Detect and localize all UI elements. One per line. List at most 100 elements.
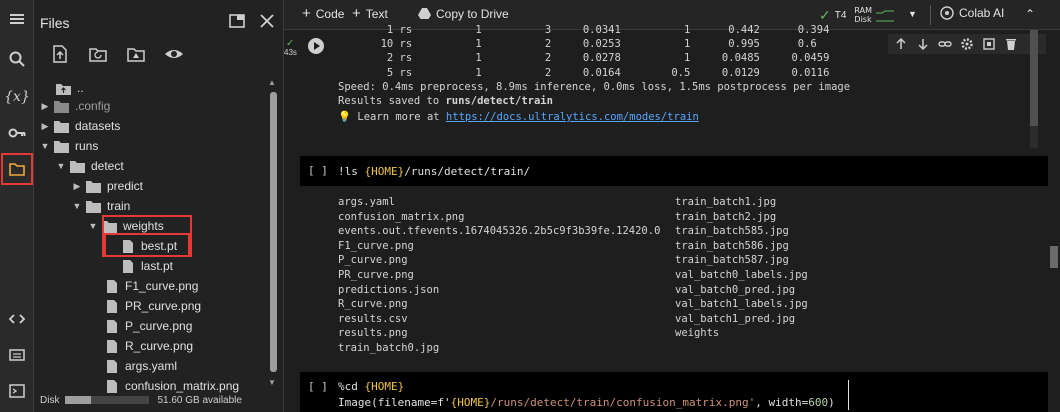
cell-toolbar	[888, 34, 1046, 54]
toolbar-divider	[930, 5, 931, 25]
ls-file-item: val_batch1_labels.jpg	[675, 298, 808, 311]
notebook-scrollbar-thumb[interactable]	[1050, 246, 1058, 268]
notebook-area: ✓ 43s 1 rs 1 3 0.0341 1 0.442 0.394 10 r…	[284, 24, 1060, 412]
folder-icon	[54, 120, 69, 133]
chevron-down-icon[interactable]: ▼	[40, 141, 50, 151]
tree-item-datasets[interactable]: ▶ datasets	[40, 116, 121, 136]
folder-icon	[86, 200, 101, 213]
output-scrollbar-thumb[interactable]	[1030, 30, 1038, 126]
ls-file-item: train_batch585.jpg	[675, 225, 789, 238]
chevron-right-icon[interactable]: ▶	[72, 181, 82, 192]
open-in-tab-icon[interactable]	[228, 12, 246, 30]
saved-path: runs/detect/train	[445, 95, 553, 107]
ls-file-item: val_batch0_pred.jpg	[675, 283, 796, 296]
move-up-icon[interactable]	[894, 37, 908, 51]
tree-item-last-pt[interactable]: last.pt	[120, 256, 173, 276]
scroll-up-icon[interactable]: ▲	[268, 78, 276, 87]
runtime-type: T4	[834, 9, 847, 21]
file-icon	[107, 359, 117, 373]
delete-icon[interactable]	[1004, 37, 1018, 51]
docs-link[interactable]: https://docs.ultralytics.com/modes/train	[446, 111, 699, 123]
cell-run-bracket[interactable]: [ ]	[308, 164, 328, 177]
ls-file-item: val_batch0_labels.jpg	[675, 268, 808, 281]
code-cell-cd[interactable]: [ ] %cd {HOME} Image(filename=f'{HOME}/r…	[300, 372, 1048, 412]
runtime-status[interactable]: ✓ T4 RAM Disk	[819, 6, 895, 24]
gear-icon[interactable]	[960, 37, 974, 51]
tree-item-predict[interactable]: ▶ predict	[72, 176, 144, 196]
ls-file-item: train_batch1.jpg	[675, 196, 777, 208]
tree-item-detect[interactable]: ▼ detect	[56, 156, 124, 176]
left-rail: {x}	[0, 0, 34, 412]
code-line[interactable]: %cd {HOME}	[338, 380, 404, 393]
key-icon[interactable]	[4, 120, 30, 146]
add-code-button[interactable]: + Code	[302, 6, 344, 21]
tree-item-config[interactable]: ▶ .config	[40, 96, 111, 116]
ls-file-item: PR_curve.png	[338, 268, 414, 281]
lightbulb-icon: 💡	[338, 111, 352, 123]
collapse-header-icon[interactable]: ⌃	[1025, 7, 1035, 21]
code-cell-ls[interactable]: [ ] !ls {HOME}/runs/detect/train/	[300, 156, 1048, 186]
ls-file-item: args.yaml	[338, 196, 395, 208]
ls-file-item: results.csv	[338, 312, 408, 325]
ls-file-item: F1_curve.png	[338, 239, 414, 252]
mount-drive-icon[interactable]	[126, 44, 146, 64]
disk-usage-fill	[65, 396, 91, 404]
folder-icon	[70, 160, 85, 173]
output-row: 1 rs 1 3 0.0341 1 0.442 0.394	[330, 24, 830, 36]
code-line[interactable]: Image(filename=f'{HOME}/runs/detect/trai…	[338, 396, 835, 409]
tree-item-r-curve[interactable]: R_curve.png	[104, 336, 193, 356]
search-icon[interactable]	[4, 46, 30, 72]
ls-file-item: val_batch1_pred.jpg	[675, 312, 796, 325]
code-line[interactable]: !ls {HOME}/runs/detect/train/	[338, 165, 530, 178]
tree-item-runs[interactable]: ▼ runs	[40, 136, 99, 156]
cell-run-bracket[interactable]: [ ]	[308, 380, 328, 393]
files-panel: Files .. ▶ .config ▶ datasets ▼ runs ▼ d…	[34, 0, 284, 412]
tree-item-f1-curve[interactable]: F1_curve.png	[104, 276, 198, 296]
menu-icon[interactable]	[4, 6, 30, 32]
mirror-cell-icon[interactable]	[982, 37, 996, 51]
ls-file-item: train_batch586.jpg	[675, 239, 789, 252]
upload-icon[interactable]	[50, 44, 70, 64]
highlight-best-pt-box	[104, 233, 190, 257]
ls-file-item: events.out.tfevents.1674045326.2b5c9f3b3…	[338, 225, 661, 238]
connected-check-icon: ✓	[819, 6, 831, 23]
chevron-down-icon[interactable]: ▼	[908, 9, 917, 19]
resource-graph-icon	[876, 10, 895, 22]
folder-icon[interactable]	[1, 153, 33, 185]
scroll-down-icon[interactable]: ▼	[268, 378, 276, 387]
speed-line: Speed: 0.4ms preprocess, 8.9ms inference…	[338, 81, 851, 93]
show-hidden-icon[interactable]	[164, 44, 184, 64]
tree-item-args-yaml[interactable]: args.yaml	[104, 356, 177, 376]
refresh-folder-icon[interactable]	[88, 44, 108, 64]
chevron-down-icon[interactable]: ▼	[88, 221, 98, 231]
move-down-icon[interactable]	[916, 37, 930, 51]
code-snippets-icon[interactable]	[4, 306, 30, 332]
tree-item-train[interactable]: ▼ train	[72, 196, 131, 216]
colab-ai-icon	[940, 6, 954, 20]
file-icon	[107, 339, 117, 353]
files-scrollbar-thumb[interactable]	[270, 92, 277, 372]
chevron-down-icon[interactable]: ▼	[72, 201, 82, 211]
copy-to-drive-button[interactable]: Copy to Drive	[418, 7, 509, 21]
colab-ai-button[interactable]: Colab AI	[940, 6, 1004, 20]
chevron-right-icon[interactable]: ▶	[40, 101, 50, 112]
chevron-right-icon[interactable]: ▶	[40, 121, 50, 132]
link-icon[interactable]	[938, 37, 952, 51]
tree-item-parent[interactable]: ..	[56, 78, 84, 98]
add-text-button[interactable]: + Text	[352, 5, 388, 22]
folder-icon	[54, 100, 69, 113]
folder-up-icon	[56, 83, 71, 95]
file-icon	[107, 279, 117, 293]
command-palette-icon[interactable]	[4, 342, 30, 368]
tree-item-pr-curve[interactable]: PR_curve.png	[104, 296, 201, 316]
run-cell-button[interactable]	[308, 38, 324, 54]
tree-item-p-curve[interactable]: P_curve.png	[104, 316, 192, 336]
ls-file-item: R_curve.png	[338, 298, 408, 311]
chevron-down-icon[interactable]: ▼	[56, 161, 66, 171]
plus-icon: +	[352, 5, 361, 22]
variables-icon[interactable]: {x}	[4, 84, 30, 110]
close-icon[interactable]	[258, 12, 276, 30]
terminal-icon[interactable]	[4, 378, 30, 404]
saved-line: Results saved to runs/detect/train	[338, 95, 553, 107]
disk-usage-bar	[65, 396, 150, 404]
